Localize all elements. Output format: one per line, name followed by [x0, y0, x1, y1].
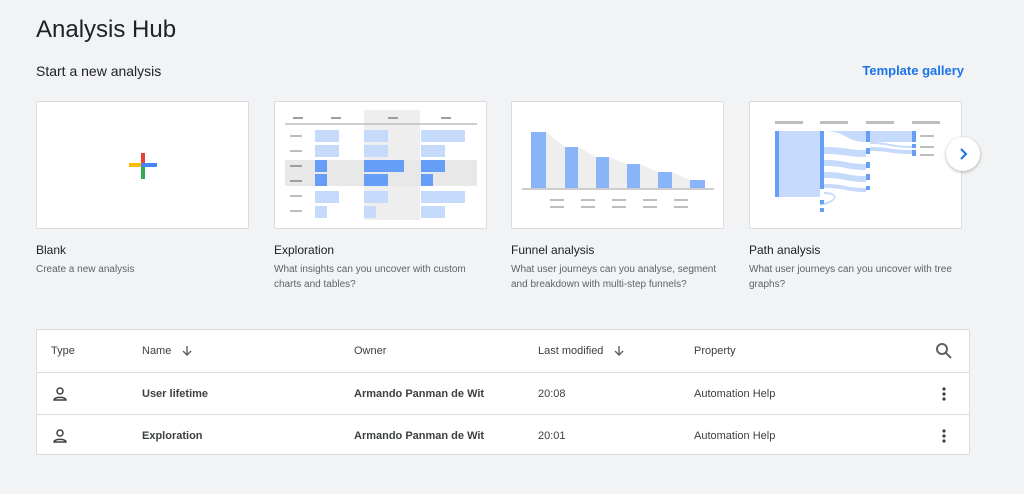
card-path-analysis[interactable]: Path analysis What user journeys can you… — [749, 101, 962, 292]
column-header-name-label: Name — [142, 345, 172, 357]
card-funnel-analysis[interactable]: Funnel analysis What user journeys can y… — [511, 101, 724, 292]
column-header-last-modified[interactable]: Last modified — [538, 330, 625, 372]
last-modified-cell: 20:08 — [538, 387, 566, 400]
template-gallery-link[interactable]: Template gallery — [862, 63, 964, 78]
table-search-button[interactable] — [935, 330, 953, 372]
card-description: Create a new analysis — [36, 264, 135, 275]
card-description: What user journeys can you uncover with … — [749, 264, 952, 290]
blank-thumbnail[interactable] — [36, 101, 249, 229]
exploration-thumbnail[interactable] — [274, 101, 487, 229]
more-options-button[interactable] — [935, 373, 953, 414]
card-title: Path analysis — [749, 243, 821, 257]
sort-arrow-down-icon[interactable] — [613, 345, 625, 357]
card-description: What insights can you uncover with custo… — [274, 264, 466, 290]
name-cell[interactable]: Exploration — [142, 415, 203, 457]
plus-icon — [129, 153, 157, 179]
type-cell — [51, 415, 69, 457]
table-row[interactable]: User lifetime Armando Panman de Wit 20:0… — [37, 373, 969, 415]
person-icon — [53, 386, 67, 401]
sort-arrow-down-icon[interactable] — [181, 345, 193, 357]
column-header-property[interactable]: Property — [694, 330, 736, 372]
card-title: Blank — [36, 243, 67, 257]
column-header-type: Type — [51, 345, 75, 357]
card-title: Funnel analysis — [511, 243, 595, 257]
page-title: Analysis Hub — [36, 16, 177, 43]
card-title: Exploration — [274, 243, 335, 257]
card-description: What user journeys can you analyse, segm… — [511, 264, 717, 290]
funnel-thumbnail-graphic — [522, 132, 714, 208]
owner-cell: Armando Panman de Wit — [354, 430, 485, 442]
last-modified-cell: 20:01 — [538, 430, 566, 442]
table-row[interactable]: Exploration Armando Panman de Wit 20:01 … — [37, 415, 969, 457]
carousel-next-button[interactable] — [946, 137, 980, 171]
column-header-owner[interactable]: Owner — [354, 330, 386, 372]
person-icon — [53, 429, 67, 443]
name-cell[interactable]: User lifetime — [142, 373, 208, 414]
chevron-right-icon — [960, 148, 968, 160]
funnel-thumbnail[interactable] — [511, 101, 724, 229]
property-cell: Automation Help — [694, 387, 776, 400]
card-exploration[interactable]: Exploration What insights can you uncove… — [274, 101, 487, 292]
path-thumbnail-graphic — [775, 121, 940, 212]
path-thumbnail[interactable] — [749, 101, 962, 229]
section-title: Start a new analysis — [36, 63, 162, 79]
column-header-last-modified-label: Last modified — [538, 345, 604, 357]
type-cell — [51, 373, 69, 414]
owner-cell: Armando Panman de Wit — [354, 387, 485, 400]
more-options-button[interactable] — [935, 415, 953, 457]
search-icon — [936, 343, 952, 359]
more-vert-icon — [942, 386, 946, 401]
card-blank[interactable]: Blank Create a new analysis — [36, 101, 249, 277]
column-header-name[interactable]: Name — [142, 330, 193, 372]
exploration-thumbnail-graphic — [285, 110, 477, 220]
table-header-row: Type Name Owner Last modified Property — [37, 330, 969, 373]
more-vert-icon — [942, 429, 946, 443]
property-cell: Automation Help — [694, 430, 776, 442]
analysis-table: Type Name Owner Last modified Property U… — [36, 329, 970, 455]
